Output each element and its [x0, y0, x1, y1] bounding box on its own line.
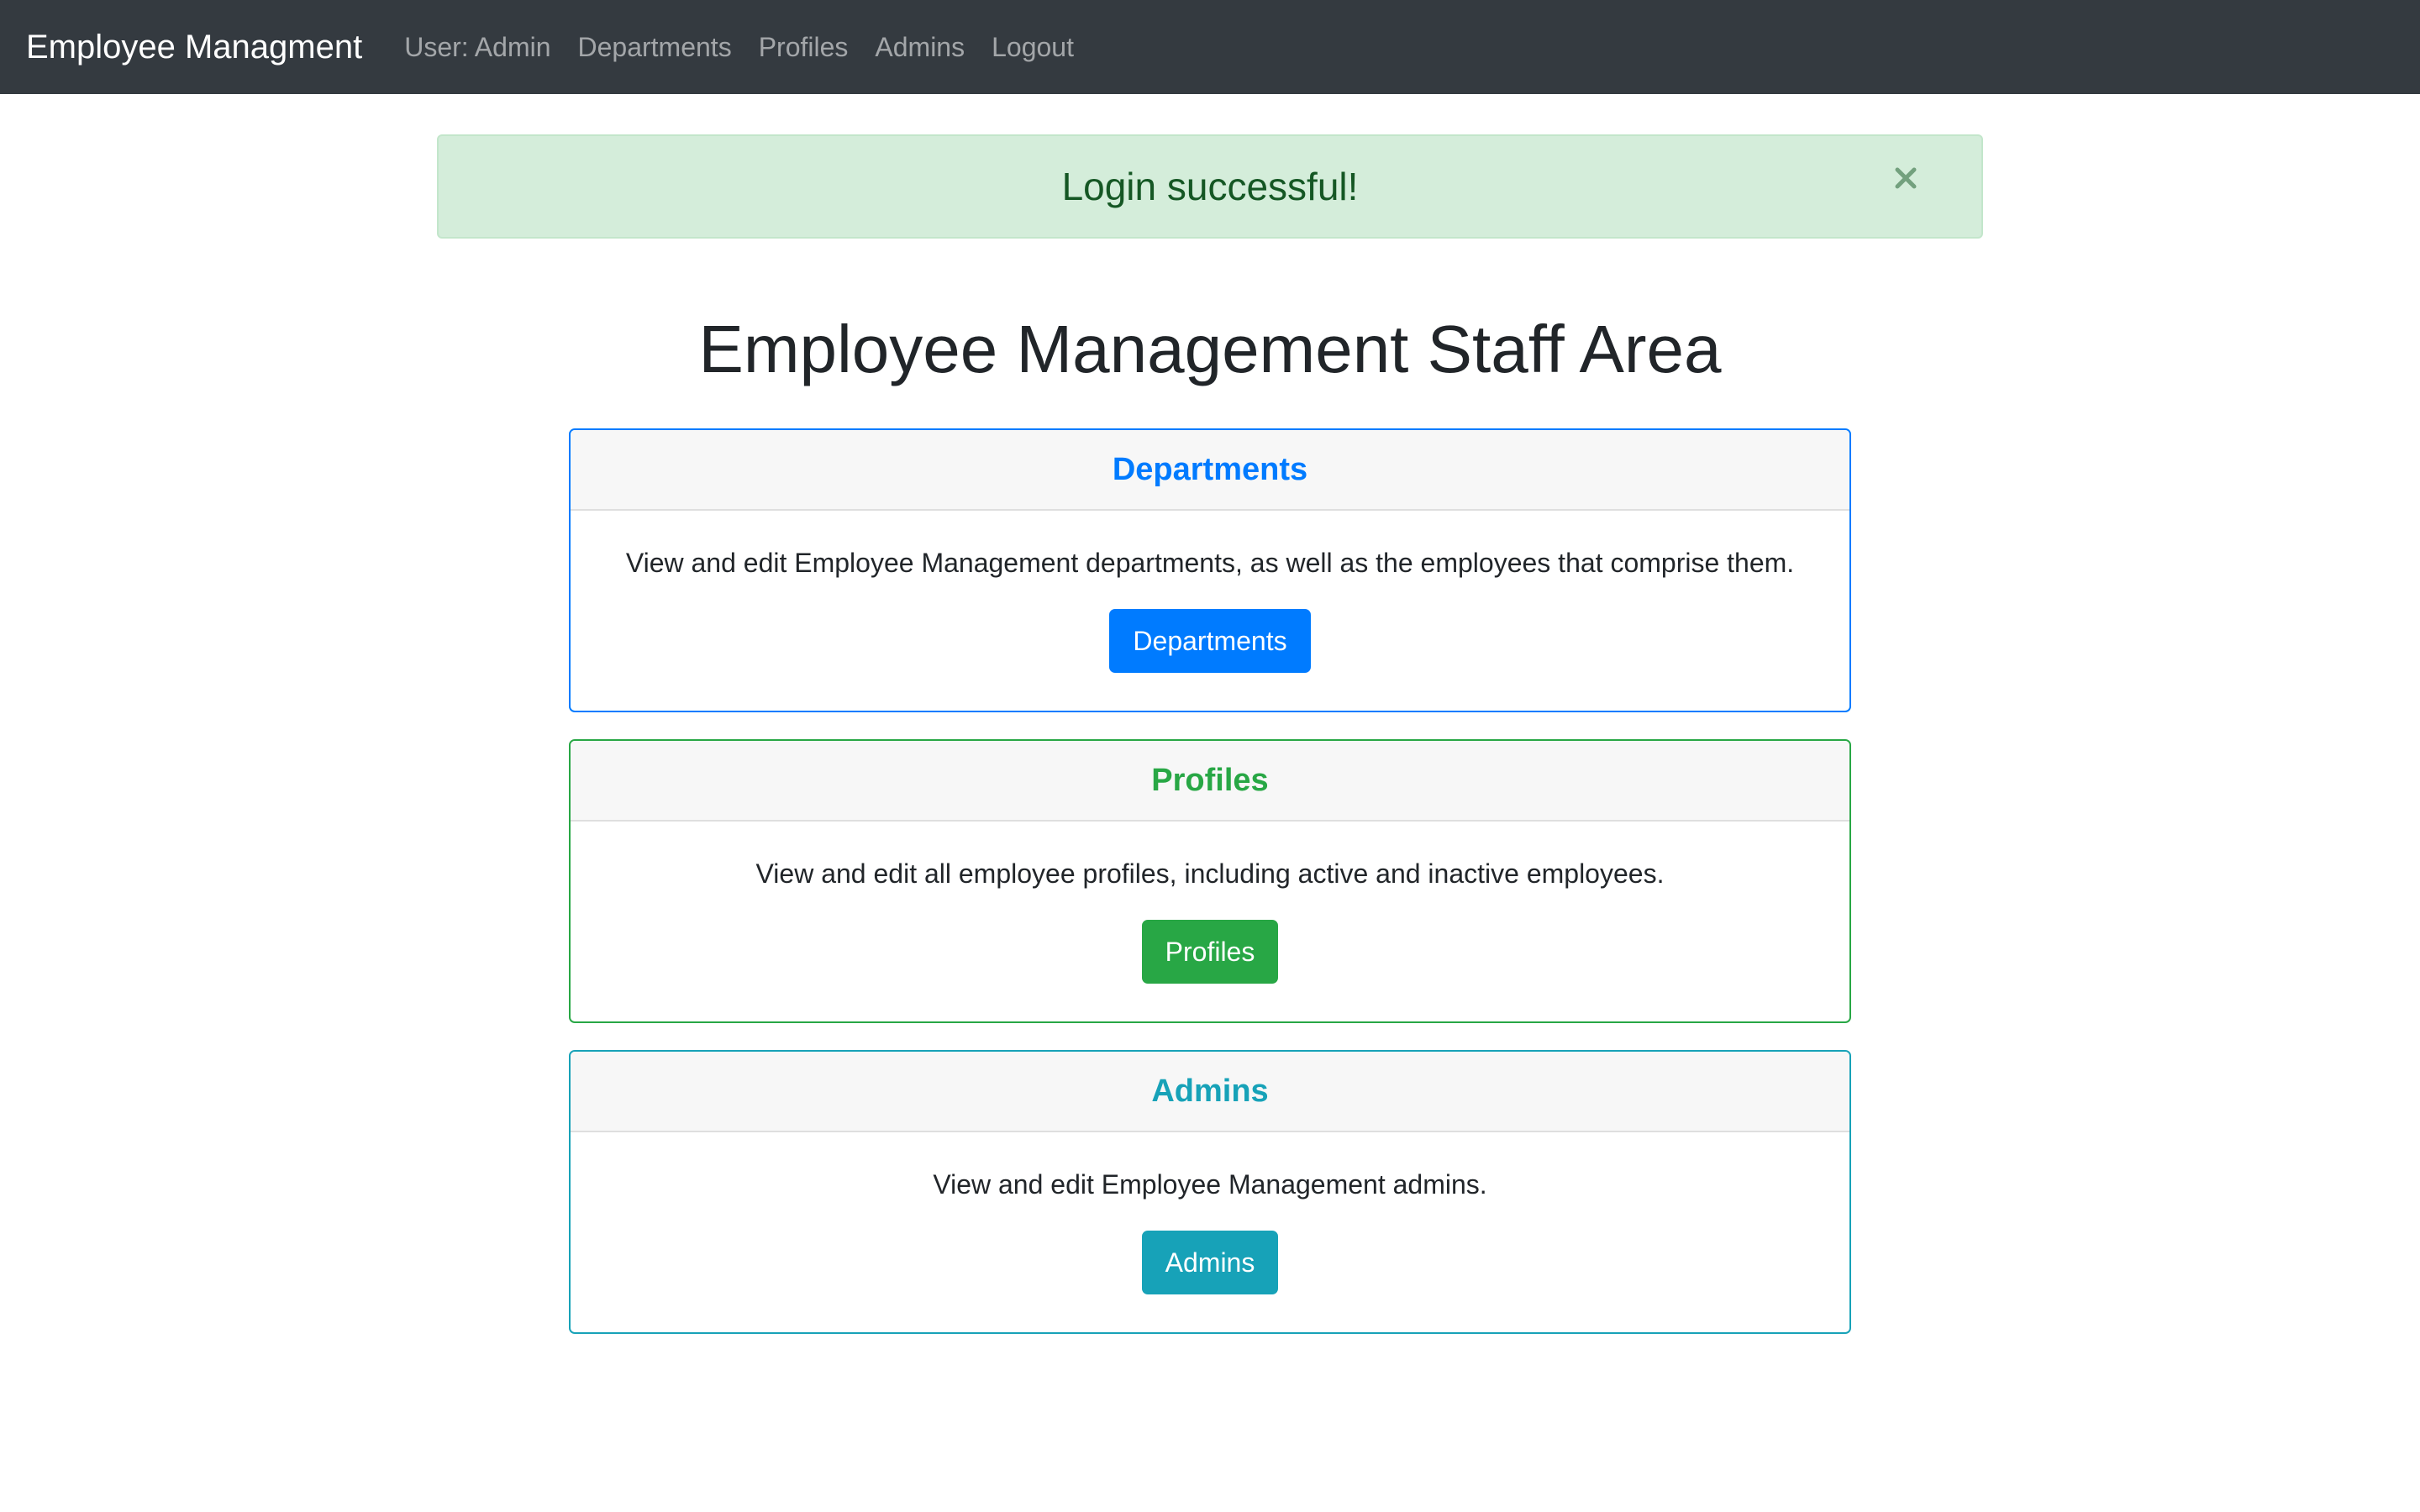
profiles-card-text: View and edit all employee profiles, inc… — [755, 858, 1665, 889]
departments-card-header: Departments — [571, 430, 1849, 511]
admins-card-body: View and edit Employee Management admins… — [571, 1132, 1849, 1332]
page-title: Employee Management Staff Area — [698, 312, 1722, 386]
alert-message: Login successful! — [1061, 165, 1359, 208]
profiles-card-header: Profiles — [571, 741, 1849, 822]
profiles-button[interactable]: Profiles — [1141, 920, 1279, 984]
top-navbar: Employee Managment User: Admin Departmen… — [0, 0, 2420, 94]
navbar-brand[interactable]: Employee Managment — [26, 29, 362, 66]
departments-card-body: View and edit Employee Management depart… — [571, 511, 1849, 711]
profiles-card: Profiles View and edit all employee prof… — [569, 739, 1851, 1023]
nav-link-profiles[interactable]: Profiles — [759, 32, 849, 63]
main-container: Login successful! Employee Management St… — [437, 94, 1983, 1334]
nav-link-logout[interactable]: Logout — [992, 32, 1074, 63]
profiles-card-body: View and edit all employee profiles, inc… — [571, 822, 1849, 1021]
navbar-user-label: User: Admin — [404, 31, 551, 62]
card-list: Departments View and edit Employee Manag… — [569, 428, 1851, 1334]
admins-button[interactable]: Admins — [1141, 1231, 1279, 1294]
departments-button[interactable]: Departments — [1109, 609, 1311, 673]
admins-card: Admins View and edit Employee Management… — [569, 1050, 1851, 1334]
departments-card-text: View and edit Employee Management depart… — [625, 548, 1795, 578]
nav-link-admins[interactable]: Admins — [875, 32, 965, 63]
nav-link-departments[interactable]: Departments — [578, 32, 732, 63]
close-icon[interactable] — [1889, 161, 1923, 195]
admins-card-text: View and edit Employee Management admins… — [933, 1169, 1487, 1200]
success-alert: Login successful! — [437, 134, 1983, 239]
departments-card: Departments View and edit Employee Manag… — [569, 428, 1851, 712]
admins-card-header: Admins — [571, 1052, 1849, 1132]
